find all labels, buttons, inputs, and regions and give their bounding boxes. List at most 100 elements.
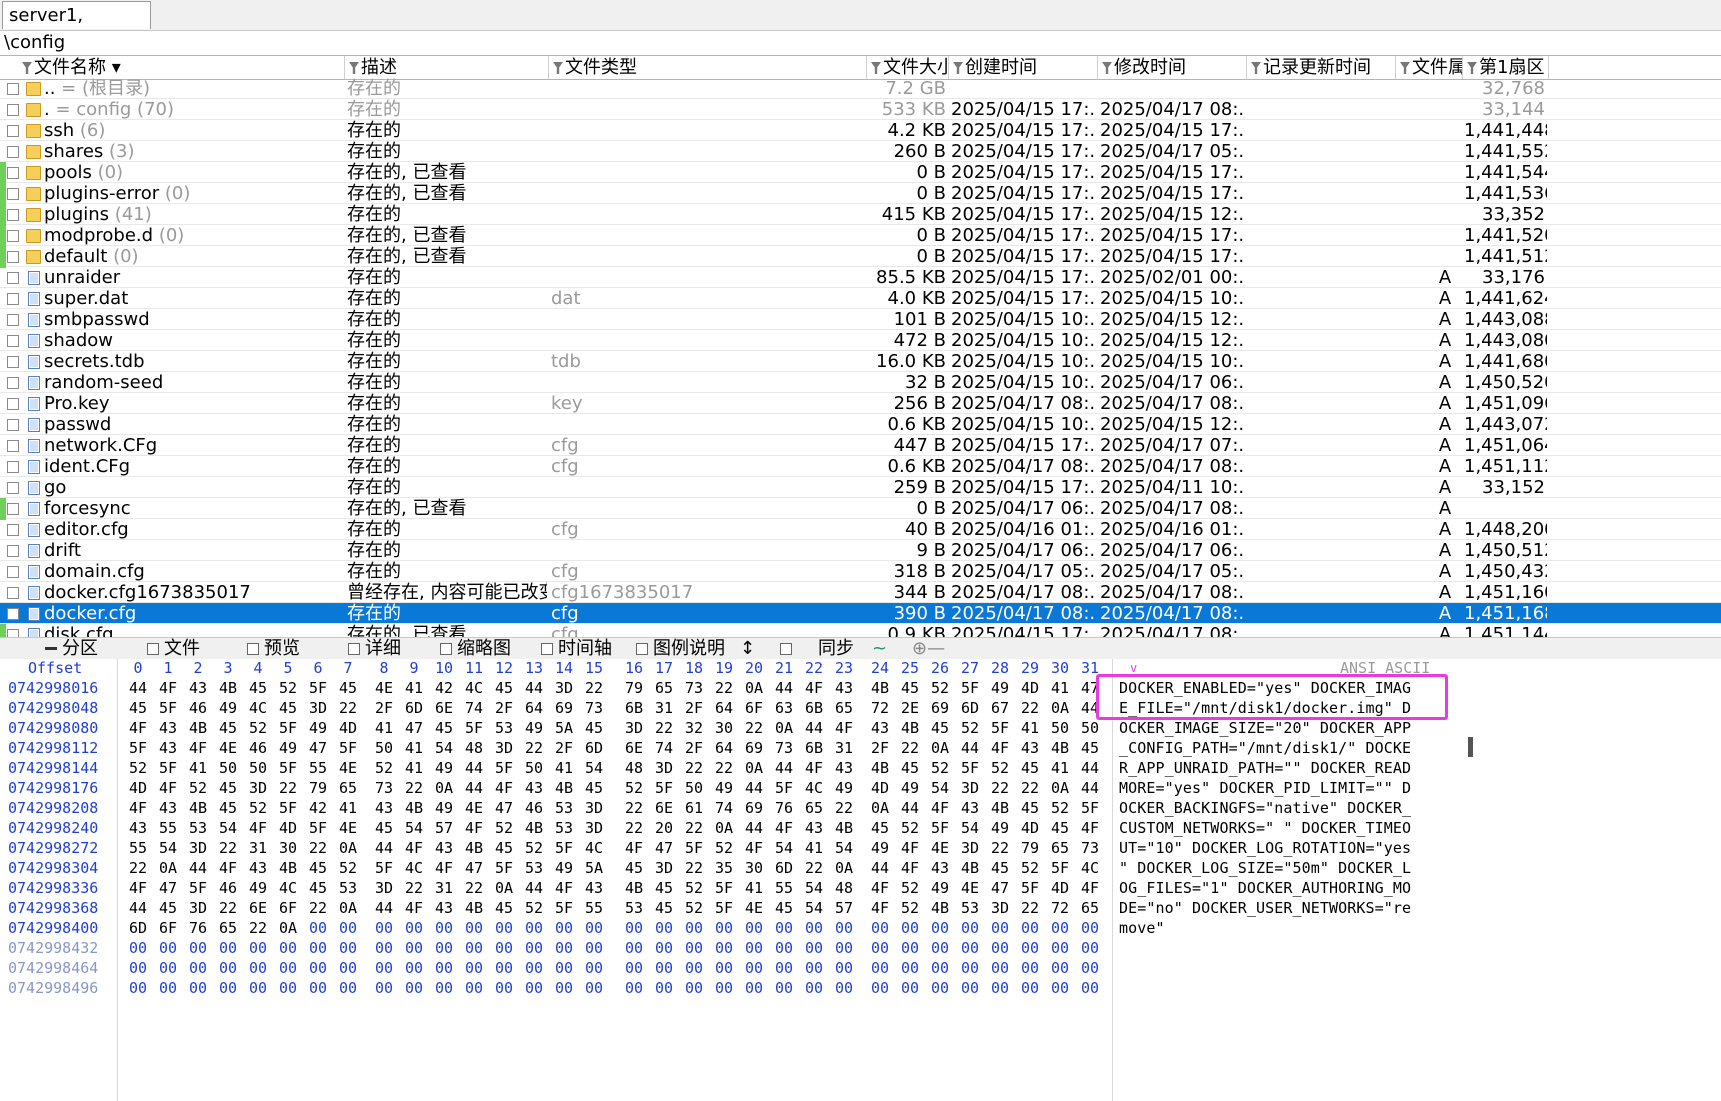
hex-byte[interactable]: 00 — [989, 938, 1011, 958]
hex-byte[interactable]: 22 — [403, 878, 425, 898]
hex-byte[interactable]: 00 — [713, 958, 735, 978]
hex-byte[interactable]: 52 — [127, 758, 149, 778]
hex-byte[interactable]: 4E — [743, 898, 765, 918]
hex-byte[interactable]: 0A — [929, 738, 951, 758]
hex-byte[interactable]: 4F — [989, 738, 1011, 758]
file-row[interactable]: smbpasswd 存在的 101 B 2025/04/15 10:... 2025/… — [0, 309, 1721, 330]
hex-byte[interactable]: 43 — [187, 678, 209, 698]
hex-byte[interactable]: 53 — [553, 798, 575, 818]
hex-byte[interactable]: 54 — [929, 778, 951, 798]
hex-byte[interactable]: 47 — [157, 878, 179, 898]
hex-byte[interactable]: 30 — [713, 718, 735, 738]
hex-byte[interactable]: 4C — [247, 698, 269, 718]
hex-byte[interactable]: 6D — [127, 918, 149, 938]
column-ctime[interactable]: 创建时间 — [949, 56, 1098, 79]
hex-byte[interactable]: 52 — [277, 678, 299, 698]
filter-icon[interactable] — [553, 62, 563, 74]
hex-byte[interactable]: 65 — [1049, 838, 1071, 858]
row-checkbox[interactable] — [7, 209, 19, 221]
hex-byte[interactable]: 0A — [743, 758, 765, 778]
hex-byte[interactable]: 35 — [713, 858, 735, 878]
row-checkbox[interactable] — [7, 293, 19, 305]
hex-byte[interactable]: 00 — [899, 938, 921, 958]
hex-byte[interactable]: 00 — [187, 938, 209, 958]
hex-byte[interactable]: 52 — [247, 718, 269, 738]
sync-button[interactable]: 同步 — [818, 638, 854, 660]
hex-byte[interactable]: 00 — [307, 938, 329, 958]
file-row[interactable]: network.CFg 存在的 cfg 447 B 2025/04/15 17:...… — [0, 435, 1721, 456]
hex-byte[interactable]: 46 — [187, 698, 209, 718]
hex-byte[interactable]: 00 — [1049, 978, 1071, 998]
hex-byte[interactable]: 00 — [869, 978, 891, 998]
filter-icon[interactable] — [953, 62, 963, 74]
hex-byte[interactable]: 00 — [187, 958, 209, 978]
crosshair-icon[interactable]: ⊕— — [912, 638, 945, 660]
hex-byte[interactable]: 0A — [433, 778, 455, 798]
hex-byte[interactable]: 30 — [277, 838, 299, 858]
hex-byte[interactable]: 4F — [463, 818, 485, 838]
hex-byte[interactable]: 52 — [337, 858, 359, 878]
file-row[interactable]: domain.cfg 存在的 cfg 318 B 2025/04/17 05:... 2… — [0, 561, 1721, 582]
hex-byte[interactable]: 43 — [803, 818, 825, 838]
thumbnails-button[interactable]: 缩略图 — [440, 638, 511, 660]
hex-byte[interactable]: 31 — [247, 838, 269, 858]
hex-byte[interactable]: 54 — [773, 838, 795, 858]
hex-byte[interactable]: 00 — [653, 938, 675, 958]
hex-byte[interactable]: 45 — [277, 698, 299, 718]
hex-byte[interactable]: 53 — [493, 718, 515, 738]
hex-byte[interactable]: 00 — [743, 958, 765, 978]
column-desc[interactable]: 描述 — [345, 56, 549, 79]
ascii-text[interactable]: DE="no" DOCKER_USER_NETWORKS="re — [1119, 898, 1449, 918]
hex-byte[interactable]: 22 — [217, 898, 239, 918]
hex-byte[interactable]: 67 — [989, 698, 1011, 718]
hex-byte[interactable]: 0A — [277, 918, 299, 938]
hex-byte[interactable]: 49 — [989, 818, 1011, 838]
hex-byte[interactable]: 2F — [553, 738, 575, 758]
hex-byte[interactable]: 00 — [553, 958, 575, 978]
hex-byte[interactable]: 00 — [869, 918, 891, 938]
hex-byte[interactable]: 00 — [187, 978, 209, 998]
hex-byte[interactable]: 50 — [217, 758, 239, 778]
hex-byte[interactable]: 41 — [373, 718, 395, 738]
hex-byte[interactable]: 3D — [553, 678, 575, 698]
column-mtime[interactable]: 修改时间 — [1098, 56, 1247, 79]
hex-byte[interactable]: 65 — [803, 798, 825, 818]
hex-byte[interactable]: 4E — [959, 878, 981, 898]
hex-byte[interactable]: 45 — [247, 678, 269, 698]
row-checkbox[interactable] — [7, 356, 19, 368]
hex-byte[interactable]: 45 — [1019, 758, 1041, 778]
scrollbar[interactable] — [1468, 737, 1473, 757]
hex-byte[interactable]: 41 — [1049, 758, 1071, 778]
hex-byte[interactable]: 45 — [583, 778, 605, 798]
hex-byte[interactable]: 00 — [929, 938, 951, 958]
hex-byte[interactable]: 4B — [869, 758, 891, 778]
hex-byte[interactable]: 42 — [307, 798, 329, 818]
hex-byte[interactable]: 45 — [773, 898, 795, 918]
hex-byte[interactable]: 00 — [373, 978, 395, 998]
hex-byte[interactable]: 00 — [959, 978, 981, 998]
hex-byte[interactable]: 00 — [683, 958, 705, 978]
row-checkbox[interactable] — [7, 251, 19, 263]
hex-byte[interactable]: 4F — [433, 858, 455, 878]
hex-byte[interactable]: 31 — [433, 878, 455, 898]
file-row[interactable]: . = config (70) 存在的 533 KB 2025/04/15 17:..… — [0, 99, 1721, 120]
hex-byte[interactable]: 45 — [373, 818, 395, 838]
hex-byte[interactable]: 00 — [217, 958, 239, 978]
hex-byte[interactable]: 0A — [743, 678, 765, 698]
hex-byte[interactable]: 00 — [959, 918, 981, 938]
hex-byte[interactable]: 6D — [773, 858, 795, 878]
hex-byte[interactable]: 5F — [653, 778, 675, 798]
hex-byte[interactable]: 41 — [403, 758, 425, 778]
hex-byte[interactable]: 00 — [403, 938, 425, 958]
hex-byte[interactable]: 3D — [307, 698, 329, 718]
hex-byte[interactable]: 00 — [713, 938, 735, 958]
hex-byte[interactable]: 5F — [683, 838, 705, 858]
file-row[interactable]: random-seed 存在的 32 B 2025/04/15 10:... 2025… — [0, 372, 1721, 393]
hex-byte[interactable]: 50 — [523, 758, 545, 778]
hex-byte[interactable]: 00 — [929, 958, 951, 978]
hex-byte[interactable]: 5F — [713, 898, 735, 918]
hex-byte[interactable]: 49 — [217, 698, 239, 718]
hex-byte[interactable]: 4E — [217, 738, 239, 758]
hex-byte[interactable]: 3D — [623, 718, 645, 738]
hex-byte[interactable]: 54 — [803, 878, 825, 898]
